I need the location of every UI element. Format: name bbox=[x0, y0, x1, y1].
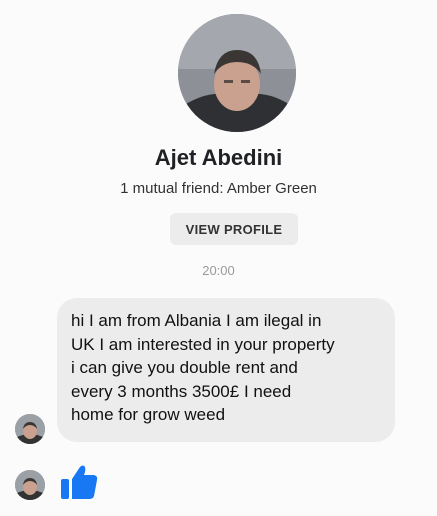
sender-avatar[interactable] bbox=[15, 470, 45, 500]
profile-photo bbox=[178, 14, 296, 132]
message-line: home for grow weed bbox=[71, 405, 226, 424]
message-timestamp: 20:00 bbox=[202, 263, 235, 278]
message-line: every 3 months 3500£ I need bbox=[71, 381, 292, 401]
sender-avatar-photo bbox=[15, 414, 45, 444]
profile-name: Ajet Abedini bbox=[154, 145, 283, 170]
view-profile-button[interactable]: VIEW PROFILE bbox=[170, 213, 298, 245]
message-line: hi I am from Albania I am ilegal in bbox=[71, 311, 322, 330]
thumbs-up-icon[interactable] bbox=[59, 462, 99, 502]
sender-avatar-photo bbox=[15, 470, 45, 500]
message-bubble[interactable]: hi I am from Albania I am ilegal in UK I… bbox=[57, 298, 395, 442]
profile-avatar[interactable] bbox=[178, 14, 296, 132]
message-line: i can give you double rent and bbox=[71, 358, 298, 377]
message-line: UK I am interested in your property bbox=[71, 334, 335, 354]
mutual-friends-text: 1 mutual friend: Amber Green bbox=[120, 180, 317, 197]
sender-avatar[interactable] bbox=[15, 414, 45, 444]
